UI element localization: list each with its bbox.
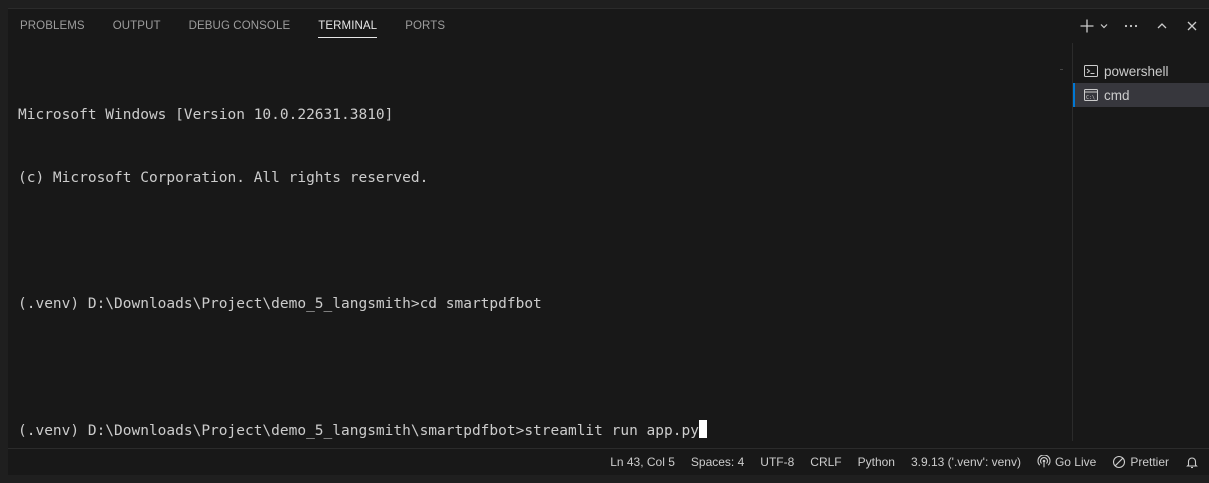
panel-actions xyxy=(1079,9,1199,43)
status-encoding[interactable]: UTF-8 xyxy=(760,455,794,469)
terminal-item-powershell[interactable]: powershell xyxy=(1073,59,1209,83)
terminal-item-cmd[interactable]: C:\ cmd xyxy=(1073,83,1209,107)
terminal-prompt-line: (.venv) D:\Downloads\Project\demo_5_lang… xyxy=(18,420,1070,441)
status-prettier[interactable]: Prettier xyxy=(1112,455,1169,469)
panel-header: PROBLEMS OUTPUT DEBUG CONSOLE TERMINAL P… xyxy=(8,9,1209,43)
cmd-icon: C:\ xyxy=(1083,87,1099,103)
status-bar: Ln 43, Col 5 Spaces: 4 UTF-8 CRLF Python… xyxy=(8,448,1209,475)
terminal-panel: PROBLEMS OUTPUT DEBUG CONSOLE TERMINAL P… xyxy=(8,8,1209,475)
terminal-line: (c) Microsoft Corporation. All rights re… xyxy=(18,170,429,186)
scrollbar-marker xyxy=(1060,69,1063,70)
ellipsis-icon[interactable] xyxy=(1123,18,1139,34)
chevron-up-icon[interactable] xyxy=(1155,19,1169,33)
terminal-item-label: powershell xyxy=(1104,63,1169,79)
status-go-live[interactable]: Go Live xyxy=(1037,455,1096,469)
status-prettier-label: Prettier xyxy=(1130,455,1169,469)
tab-output[interactable]: OUTPUT xyxy=(113,9,161,43)
notifications-bell-icon[interactable] xyxy=(1185,455,1199,469)
tab-problems[interactable]: PROBLEMS xyxy=(20,9,85,43)
terminal-line-text: (.venv) D:\Downloads\Project\demo_5_lang… xyxy=(18,423,699,439)
powershell-icon xyxy=(1083,63,1099,79)
status-indentation[interactable]: Spaces: 4 xyxy=(691,455,744,469)
terminal-item-label: cmd xyxy=(1104,87,1130,103)
broadcast-icon xyxy=(1037,455,1051,469)
terminal-cursor xyxy=(698,420,707,438)
terminal-line: (.venv) D:\Downloads\Project\demo_5_lang… xyxy=(18,296,542,312)
terminal-tabs-list: powershell C:\ cmd xyxy=(1072,43,1209,441)
status-eol[interactable]: CRLF xyxy=(810,455,841,469)
terminal-output[interactable]: Microsoft Windows [Version 10.0.22631.38… xyxy=(8,43,1070,441)
status-language[interactable]: Python xyxy=(858,455,895,469)
close-icon[interactable] xyxy=(1185,19,1199,33)
tab-terminal[interactable]: TERMINAL xyxy=(318,9,378,43)
prettier-disabled-icon xyxy=(1112,455,1126,469)
tab-debug-console[interactable]: DEBUG CONSOLE xyxy=(189,9,291,43)
svg-text:C:\: C:\ xyxy=(1086,95,1095,101)
status-go-live-label: Go Live xyxy=(1054,455,1097,469)
status-cursor-position[interactable]: Ln 43, Col 5 xyxy=(610,455,675,469)
terminal-line: Microsoft Windows [Version 10.0.22631.38… xyxy=(18,107,394,123)
plus-icon[interactable] xyxy=(1079,18,1095,34)
panel-bottom-strip xyxy=(8,441,1209,448)
chevron-down-icon[interactable] xyxy=(1099,21,1109,31)
panel-tabs: PROBLEMS OUTPUT DEBUG CONSOLE TERMINAL P… xyxy=(8,9,473,43)
tab-ports[interactable]: PORTS xyxy=(405,9,445,43)
status-interpreter[interactable]: 3.9.13 ('.venv': venv) xyxy=(911,455,1021,469)
